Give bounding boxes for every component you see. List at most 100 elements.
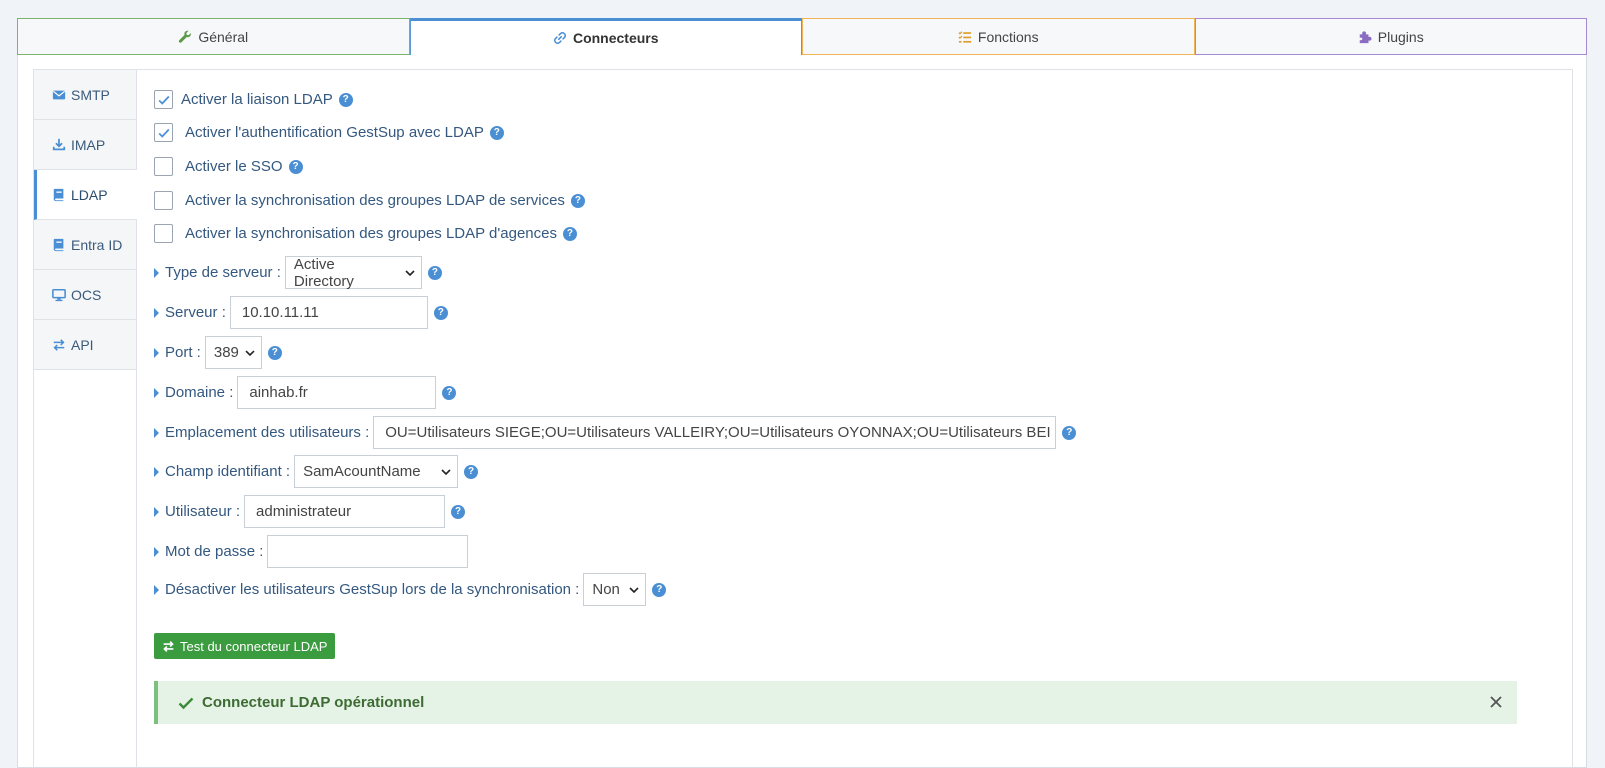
check-icon xyxy=(158,128,169,138)
side-tab-label: OCS xyxy=(71,286,102,303)
close-icon[interactable] xyxy=(1489,695,1503,709)
select-value: Non xyxy=(592,581,620,598)
side-tab-label: IMAP xyxy=(71,136,106,153)
field-server: Serveur : 10.10.11.11 ? xyxy=(154,296,448,329)
book-icon xyxy=(53,238,64,251)
book-icon xyxy=(53,188,64,201)
tab-general-label: Général xyxy=(198,28,249,45)
field-label: Emplacement des utilisateurs : xyxy=(165,424,370,441)
caret-right-icon xyxy=(154,466,159,477)
tab-plugins[interactable]: Plugins xyxy=(1194,18,1587,55)
field-domain: Domaine : ainhab.fr ? xyxy=(154,376,457,409)
checkbox-row-ldap-auth: Activer l'authentification GestSup avec … xyxy=(154,123,504,142)
exchange-icon xyxy=(163,640,174,652)
help-icon[interactable]: ? xyxy=(338,92,353,107)
side-tab-label: LDAP xyxy=(71,186,108,203)
checkbox-label: Activer la liaison LDAP xyxy=(181,91,333,108)
tab-connecteurs[interactable]: Connecteurs xyxy=(409,18,802,56)
help-icon[interactable]: ? xyxy=(562,226,577,241)
checkbox-ldap-auth[interactable] xyxy=(154,123,173,142)
chevron-down-icon xyxy=(245,349,255,356)
test-ldap-button[interactable]: Test du connecteur LDAP xyxy=(154,633,336,659)
tab-plugins-label: Plugins xyxy=(1377,28,1424,45)
field-id-field: Champ identifiant : SamAcountName ? xyxy=(154,455,479,488)
field-label: Serveur : xyxy=(165,304,226,321)
field-label: Domaine : xyxy=(165,384,234,401)
ldap-box: SMTP IMAP LDAP Entra ID OCS API Activer … xyxy=(33,69,1573,768)
server-type-select[interactable]: Active Directory xyxy=(284,255,422,290)
checkbox-row-sync-agencies: Activer la synchronisation des groupes L… xyxy=(154,224,577,243)
alert-message: Connecteur LDAP opérationnel xyxy=(202,694,425,711)
envelope-icon xyxy=(52,90,66,99)
connector-side-tabs: SMTP IMAP LDAP Entra ID OCS API xyxy=(34,70,137,370)
field-disable-users: Désactiver les utilisateurs GestSup lors… xyxy=(154,573,667,606)
success-alert: Connecteur LDAP opérationnel xyxy=(154,681,1517,724)
help-icon[interactable]: ? xyxy=(1062,425,1077,440)
tab-general[interactable]: Général xyxy=(17,18,410,55)
desktop-icon xyxy=(52,288,66,301)
check-icon xyxy=(178,697,194,709)
checkbox-label: Activer l'authentification GestSup avec … xyxy=(185,124,484,141)
chevron-down-icon xyxy=(441,468,451,475)
caret-right-icon xyxy=(154,584,159,595)
port-select[interactable]: 389 xyxy=(204,336,262,369)
field-port: Port : 389 ? xyxy=(154,336,282,369)
help-icon[interactable]: ? xyxy=(652,582,667,597)
field-user: Utilisateur : administrateur ? xyxy=(154,495,466,528)
caret-right-icon xyxy=(154,427,159,438)
server-input[interactable]: 10.10.11.11 xyxy=(229,296,428,329)
field-label: Champ identifiant : xyxy=(165,463,291,480)
help-icon[interactable]: ? xyxy=(464,464,479,479)
side-tab-imap[interactable]: IMAP xyxy=(34,120,137,170)
field-label: Désactiver les utilisateurs GestSup lors… xyxy=(165,581,580,598)
help-icon[interactable]: ? xyxy=(267,345,282,360)
exchange-icon xyxy=(53,338,65,351)
disable-users-select[interactable]: Non xyxy=(583,573,647,606)
select-value: SamAcountName xyxy=(303,463,421,480)
side-tab-entra-id[interactable]: Entra ID xyxy=(34,220,137,270)
help-icon[interactable]: ? xyxy=(442,385,457,400)
select-value: Active Directory xyxy=(293,255,354,290)
caret-right-icon xyxy=(154,267,159,278)
side-tab-label: API xyxy=(71,336,94,353)
select-value: 389 xyxy=(213,344,239,361)
caret-right-icon xyxy=(154,347,159,358)
help-icon[interactable]: ? xyxy=(570,193,585,208)
field-label: Port : xyxy=(165,344,201,361)
password-input[interactable] xyxy=(267,535,469,568)
list-icon xyxy=(958,30,972,43)
side-tab-ocs[interactable]: OCS xyxy=(34,270,137,320)
side-tab-label: Entra ID xyxy=(71,236,123,253)
tab-fonctions[interactable]: Fonctions xyxy=(802,18,1195,55)
side-tab-ldap[interactable]: LDAP xyxy=(34,170,137,220)
users-location-input[interactable]: OU=Utilisateurs SIEGE;OU=Utilisateurs VA… xyxy=(373,416,1057,449)
field-server-type: Type de serveur : Active Directory ? xyxy=(154,255,442,290)
side-tab-label: SMTP xyxy=(71,86,110,103)
checkbox-ldap-link[interactable] xyxy=(154,90,173,109)
caret-right-icon xyxy=(154,387,159,398)
checkbox-sync-services[interactable] xyxy=(154,191,173,210)
side-tab-smtp[interactable]: SMTP xyxy=(34,70,137,120)
checkbox-label: Activer le SSO xyxy=(185,158,283,175)
field-label: Mot de passe : xyxy=(165,543,264,560)
link-icon xyxy=(553,31,566,45)
checkbox-sync-agencies[interactable] xyxy=(154,224,173,243)
user-input[interactable]: administrateur xyxy=(244,495,446,528)
help-icon[interactable]: ? xyxy=(489,125,504,140)
domain-input[interactable]: ainhab.fr xyxy=(237,376,437,409)
help-icon[interactable]: ? xyxy=(288,159,303,174)
tab-connecteurs-label: Connecteurs xyxy=(572,30,659,46)
top-tabs: Général Connecteurs Fonctions Plugins xyxy=(17,18,1587,56)
side-tab-api[interactable]: API xyxy=(34,320,137,370)
help-icon[interactable]: ? xyxy=(451,504,466,519)
side-divider xyxy=(136,370,137,768)
field-password: Mot de passe : xyxy=(154,535,469,568)
help-icon[interactable]: ? xyxy=(427,265,442,280)
help-icon[interactable]: ? xyxy=(433,305,448,320)
puzzle-icon xyxy=(1359,30,1372,43)
caret-right-icon xyxy=(154,546,159,557)
checkbox-row-sync-services: Activer la synchronisation des groupes L… xyxy=(154,191,585,210)
download-icon xyxy=(52,138,66,150)
checkbox-sso[interactable] xyxy=(154,157,173,176)
id-field-select[interactable]: SamAcountName xyxy=(294,455,459,488)
